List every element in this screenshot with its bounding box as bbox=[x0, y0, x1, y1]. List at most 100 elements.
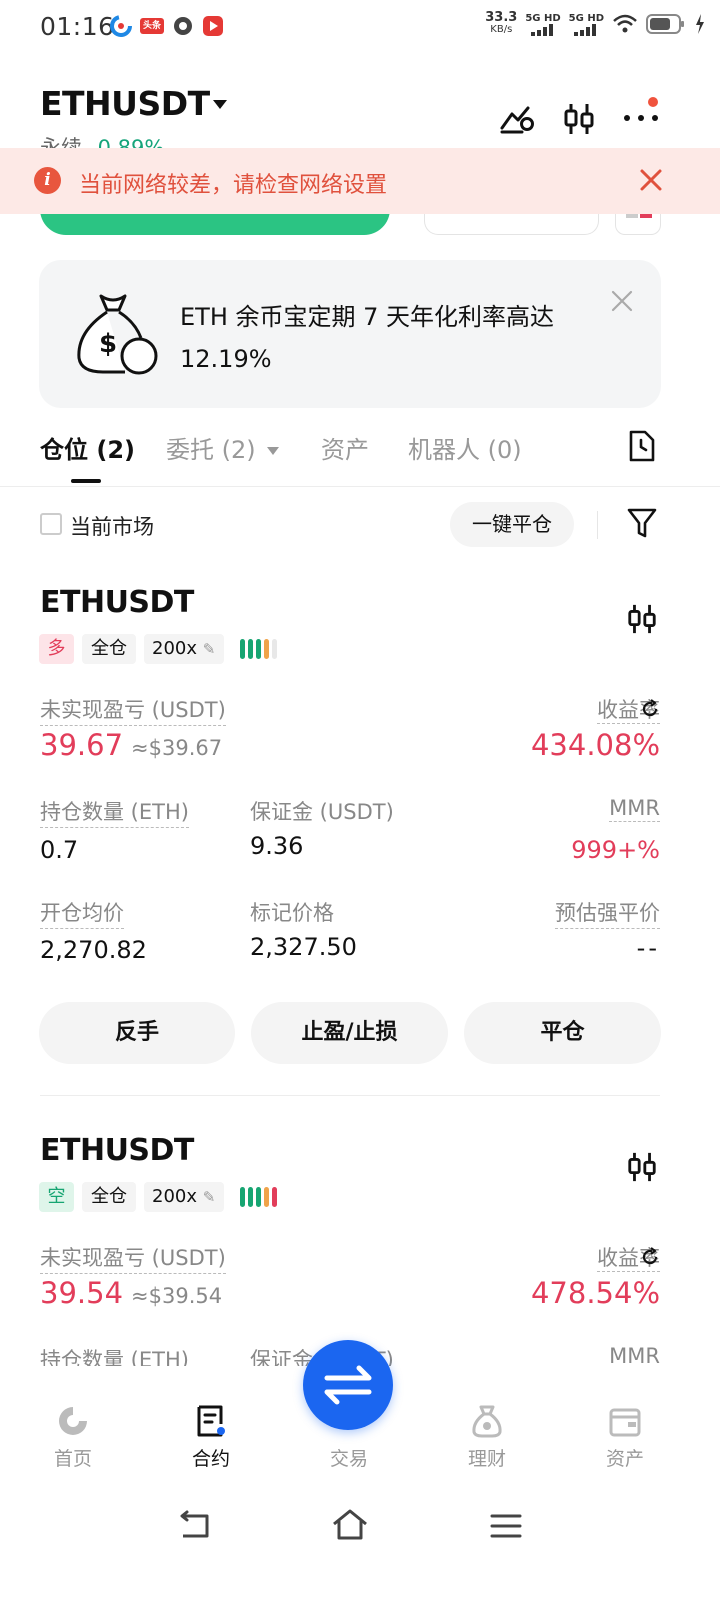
swap-arrows-icon bbox=[324, 1365, 372, 1405]
chat-icon bbox=[174, 17, 193, 35]
position-symbol: ETHUSDT bbox=[40, 585, 194, 620]
reverse-button[interactable]: 反手 bbox=[39, 1002, 235, 1064]
liq-price-value: -- bbox=[636, 934, 660, 962]
unrealized-pnl-value: 39.54 bbox=[40, 1276, 124, 1310]
candlestick-chart-icon[interactable] bbox=[562, 102, 596, 136]
wallet-icon bbox=[609, 1408, 641, 1437]
unrealized-pnl: 39.67 ≈$39.67 bbox=[40, 728, 222, 762]
nav-assets[interactable]: 资产 bbox=[585, 1404, 665, 1471]
close-position-button[interactable]: 平仓 bbox=[464, 1002, 661, 1064]
leverage-badge[interactable]: 200x ✎ bbox=[144, 634, 224, 664]
risk-bar bbox=[240, 639, 245, 659]
info-icon: i bbox=[34, 167, 61, 194]
money-bag-icon: $ bbox=[77, 294, 158, 375]
symbol-selector[interactable]: ETHUSDT bbox=[40, 84, 210, 123]
risk-bar bbox=[272, 639, 277, 659]
chevron-down-icon bbox=[267, 447, 280, 455]
current-market-checkbox[interactable] bbox=[40, 513, 62, 535]
entry-price-value: 2,270.82 bbox=[40, 936, 147, 964]
futures-icon bbox=[197, 1405, 225, 1437]
unrealized-pnl-label[interactable]: 未实现盈亏 (USDT) bbox=[40, 694, 226, 726]
risk-bar bbox=[256, 1187, 261, 1207]
wifi-icon bbox=[613, 14, 637, 33]
edit-icon: ✎ bbox=[202, 640, 216, 658]
svg-text:$: $ bbox=[99, 329, 117, 359]
home-icon bbox=[59, 1407, 87, 1435]
close-icon[interactable] bbox=[638, 167, 664, 193]
edit-icon: ✎ bbox=[202, 1188, 216, 1206]
news-badge-icon: 头条 bbox=[140, 18, 165, 34]
divider bbox=[597, 511, 598, 539]
nav-home[interactable]: 首页 bbox=[33, 1404, 113, 1471]
risk-bar bbox=[248, 1187, 253, 1207]
mmr-label[interactable]: MMR bbox=[609, 796, 660, 822]
history-icon[interactable] bbox=[627, 430, 655, 462]
network-warning-banner: i 当前网络较差，请检查网络设置 bbox=[0, 148, 720, 214]
side-badge: 多 bbox=[39, 634, 74, 664]
signal-2: 5G HD bbox=[569, 13, 604, 36]
tab-positions[interactable]: 仓位 (2) bbox=[40, 430, 135, 465]
nav-futures-label: 合约 bbox=[191, 1448, 230, 1470]
position-size-value: 0.7 bbox=[40, 836, 79, 864]
mark-price-label: 标记价格 bbox=[250, 901, 334, 925]
nav-home-label: 首页 bbox=[53, 1448, 92, 1470]
signal-bars-icon bbox=[531, 23, 553, 36]
close-icon[interactable] bbox=[611, 290, 633, 312]
risk-indicator bbox=[240, 639, 277, 659]
liq-price-label[interactable]: 预估强平价 bbox=[555, 897, 660, 929]
tab-orders[interactable]: 委托 (2) bbox=[166, 430, 280, 465]
leverage-badge[interactable]: 200x ✎ bbox=[144, 1182, 224, 1212]
battery-icon bbox=[646, 14, 684, 34]
risk-bar bbox=[264, 1187, 269, 1207]
unrealized-pnl: 39.54 ≈$39.54 bbox=[40, 1276, 222, 1310]
unrealized-pnl-value: 39.67 bbox=[40, 728, 124, 762]
active-tab-indicator bbox=[71, 479, 101, 483]
back-icon[interactable] bbox=[177, 1510, 213, 1542]
risk-bar bbox=[248, 639, 253, 659]
mmr-label: MMR bbox=[609, 1344, 660, 1368]
unrealized-pnl-usd: ≈$39.67 bbox=[131, 736, 223, 760]
filter-icon[interactable] bbox=[627, 507, 657, 539]
candlestick-chart-icon[interactable] bbox=[626, 1150, 658, 1184]
mmr-value: 999+% bbox=[571, 836, 660, 864]
nav-trade[interactable]: 交易 bbox=[309, 1438, 389, 1471]
trade-fab-button[interactable] bbox=[303, 1340, 393, 1430]
refresh-icon[interactable] bbox=[640, 699, 660, 719]
margin-value[interactable]: 9.36 bbox=[250, 832, 303, 860]
more-menu-icon[interactable] bbox=[621, 94, 663, 130]
bottom-navigation: 首页 合约 交易 理财 资产 bbox=[0, 1340, 720, 1496]
menu-icon[interactable] bbox=[490, 1512, 522, 1540]
risk-indicator bbox=[240, 1187, 277, 1207]
position-symbol: ETHUSDT bbox=[40, 1133, 194, 1168]
divider bbox=[40, 1095, 660, 1096]
refresh-icon[interactable] bbox=[640, 1247, 660, 1267]
unrealized-pnl-usd: ≈$39.54 bbox=[131, 1284, 223, 1308]
home-button-icon[interactable] bbox=[331, 1508, 369, 1542]
promo-text: ETH 余币宝定期 7 天年化利率高达 12.19% bbox=[180, 303, 555, 373]
tp-sl-button[interactable]: 止盈/止损 bbox=[251, 1002, 448, 1064]
trade-analysis-icon[interactable] bbox=[500, 102, 536, 134]
clock: 01:16 bbox=[40, 12, 115, 41]
position-size-label[interactable]: 持仓数量 (ETH) bbox=[40, 796, 189, 828]
margin-mode-badge: 全仓 bbox=[82, 634, 136, 664]
tab-assets[interactable]: 资产 bbox=[321, 430, 369, 465]
candlestick-chart-icon[interactable] bbox=[626, 602, 658, 636]
notification-icons: 头条 bbox=[110, 15, 224, 37]
side-badge: 空 bbox=[39, 1182, 74, 1212]
nav-earn[interactable]: 理财 bbox=[447, 1404, 527, 1471]
nav-earn-label: 理财 bbox=[467, 1448, 506, 1470]
tab-bots[interactable]: 机器人 (0) bbox=[408, 430, 522, 465]
risk-bar bbox=[256, 639, 261, 659]
earn-icon bbox=[472, 1405, 502, 1438]
nav-futures[interactable]: 合约 bbox=[171, 1404, 251, 1471]
mark-price-value: 2,327.50 bbox=[250, 933, 357, 961]
entry-price-label[interactable]: 开仓均价 bbox=[40, 897, 124, 929]
chevron-down-icon[interactable] bbox=[213, 100, 227, 109]
nav-assets-label: 资产 bbox=[605, 1448, 644, 1470]
promo-card[interactable]: $ ETH 余币宝定期 7 天年化利率高达 12.19% bbox=[39, 260, 661, 408]
close-all-button[interactable]: 一键平仓 bbox=[450, 502, 574, 547]
current-market-label: 当前市场 bbox=[70, 515, 154, 539]
risk-bar bbox=[264, 639, 269, 659]
unrealized-pnl-label[interactable]: 未实现盈亏 (USDT) bbox=[40, 1242, 226, 1274]
roe-value: 434.08% bbox=[530, 728, 660, 762]
